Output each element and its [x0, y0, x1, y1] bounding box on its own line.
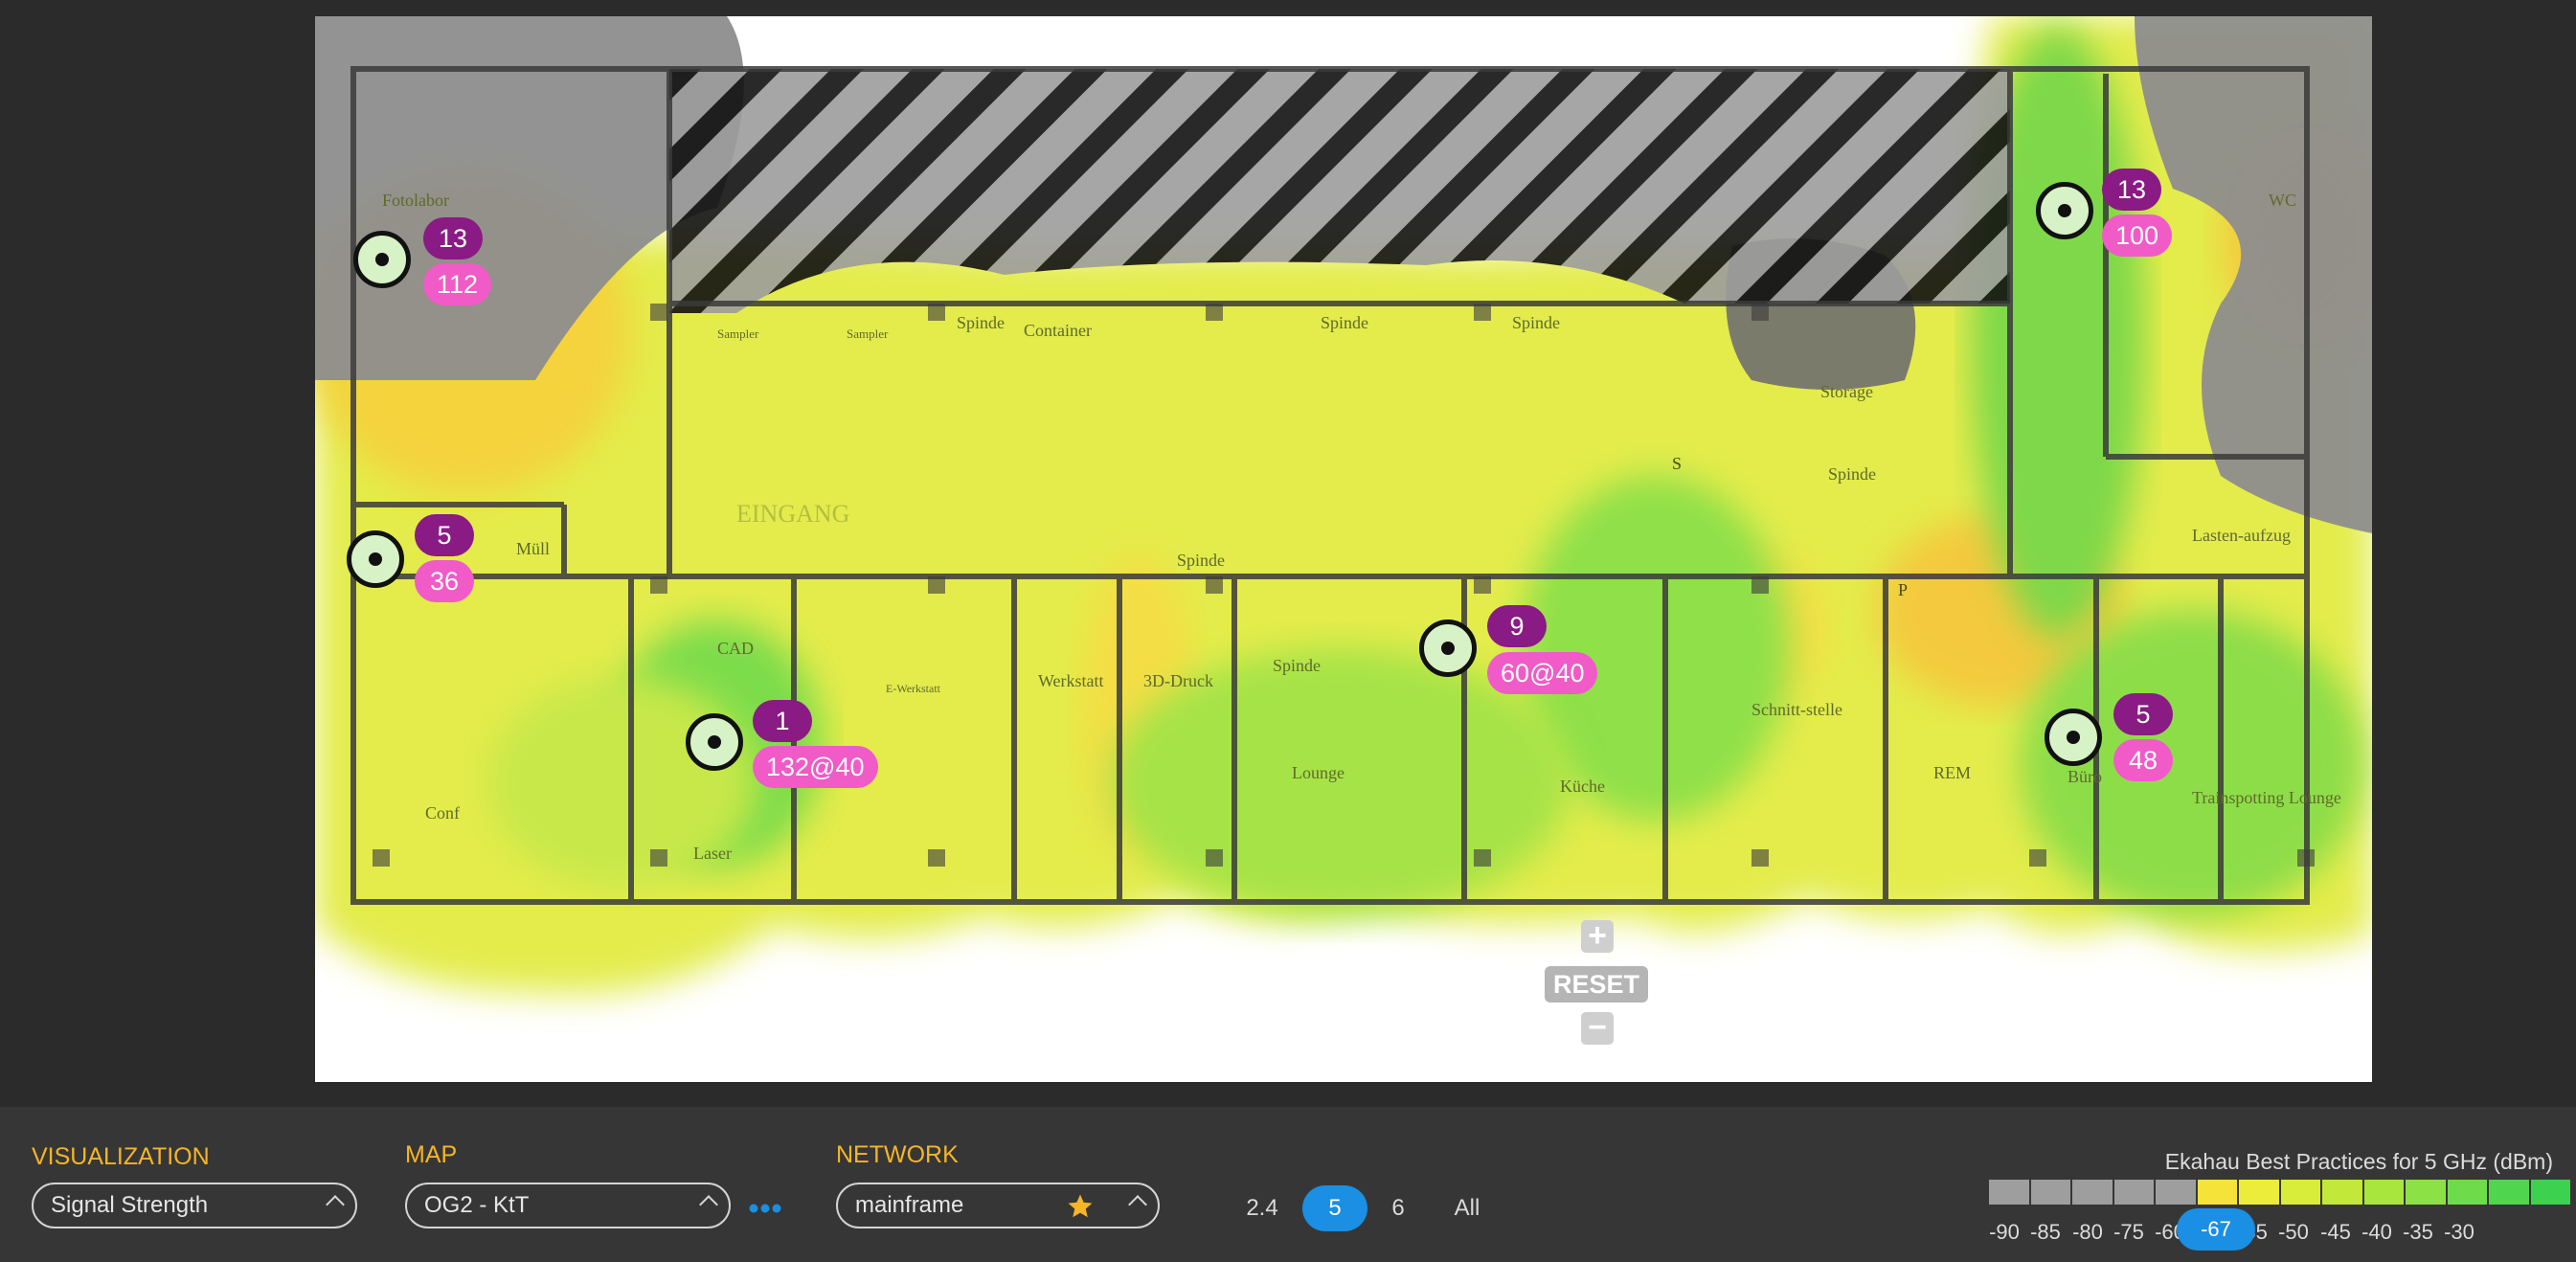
room-label: REM [1933, 763, 1971, 782]
room-label: Trainspotting Lounge [2192, 788, 2341, 807]
legend-tick: -80 [2072, 1220, 2103, 1244]
floor-plan-heatmap: Fotolabor Müll CAD Laser Conf Werkstatt … [315, 16, 2372, 1082]
legend-tick: -50 [2278, 1220, 2309, 1244]
room-label: Lasten-aufzug [2192, 526, 2291, 545]
minus-icon: − [1588, 1009, 1607, 1046]
room-label: Conf [425, 803, 460, 823]
access-point-channel-badge: 13 [2102, 169, 2161, 211]
access-point-marker[interactable] [2036, 182, 2093, 239]
legend-color-cell [2239, 1180, 2279, 1205]
access-point-width-badge: 112 [423, 263, 492, 305]
room-label: Müll [516, 539, 550, 558]
reset-button[interactable]: RESET [1545, 966, 1648, 1003]
legend-color-cell [2197, 1180, 2237, 1205]
room-label: Fotolabor [382, 191, 449, 210]
legend-tick: -30 [2444, 1220, 2474, 1244]
room-label: Spinde [1828, 464, 1876, 484]
legend-color-cell [1989, 1180, 2029, 1205]
access-point-width-badge: 100 [2102, 214, 2173, 257]
access-point-marker[interactable] [347, 530, 404, 588]
plus-icon: + [1588, 917, 1607, 954]
room-label: Werkstatt [1038, 671, 1104, 690]
zoom-out-button[interactable]: − [1581, 1009, 1614, 1046]
band-option-2-4[interactable]: 2.4 [1235, 1185, 1289, 1231]
access-point-marker[interactable] [2045, 709, 2102, 766]
heatmap-canvas[interactable]: Fotolabor Müll CAD Laser Conf Werkstatt … [315, 16, 2372, 1082]
room-label: P [1898, 580, 1908, 599]
map-label: MAP [405, 1141, 458, 1168]
legend-tick: -85 [2030, 1220, 2061, 1244]
access-point-width-badge: 48 [2113, 739, 2173, 781]
access-point-marker[interactable] [1419, 620, 1477, 677]
legend-color-cell [2156, 1180, 2196, 1205]
threshold-marker[interactable]: -67 [2177, 1208, 2255, 1251]
visualization-value: Signal Strength [51, 1192, 209, 1218]
room-label: Spinde [1177, 551, 1225, 570]
more-dots-icon[interactable] [749, 1201, 781, 1213]
room-label: Sampler [717, 327, 759, 341]
band-option-6[interactable]: 6 [1379, 1185, 1417, 1231]
room-label: 3D-Druck [1143, 671, 1213, 690]
legend-tick: -75 [2113, 1220, 2144, 1244]
star-icon[interactable] [1066, 1192, 1095, 1221]
legend-tick: -35 [2403, 1220, 2433, 1244]
legend-tick: -40 [2361, 1220, 2392, 1244]
legend-title: Ekahau Best Practices for 5 GHz (dBm) [2164, 1149, 2553, 1174]
legend-tick: -45 [2320, 1220, 2351, 1244]
room-label: Storage [1820, 382, 1873, 401]
room-label: Spinde [957, 313, 1005, 332]
room-label: Spinde [1321, 313, 1368, 332]
access-point-width-badge: 36 [415, 560, 474, 602]
room-label: Büro [2068, 767, 2102, 786]
access-point-width-badge: 132@40 [753, 746, 878, 788]
legend-tick: -90 [1989, 1220, 2020, 1244]
map-value: OG2 - KtT [424, 1192, 530, 1218]
legend-color-cell [2280, 1180, 2320, 1205]
legend-color-cell [2072, 1180, 2113, 1205]
legend-color-cell [2030, 1180, 2070, 1205]
room-label: Spinde [1273, 656, 1321, 675]
chevron-up-icon [699, 1195, 718, 1214]
access-point-marker[interactable] [353, 231, 411, 288]
visualization-label: VISUALIZATION [32, 1143, 210, 1170]
legend-color-cell [2489, 1180, 2529, 1205]
room-label: EINGANG [736, 500, 849, 528]
room-label: Sampler [847, 327, 889, 341]
legend-color-cell [2363, 1180, 2404, 1205]
network-select[interactable]: mainframe [836, 1183, 1160, 1228]
zoom-in-button[interactable]: + [1581, 917, 1614, 954]
legend-color-cell [2322, 1180, 2362, 1205]
room-label: Schnitt-stelle [1751, 700, 1842, 719]
room-label: E-Werkstatt [886, 682, 941, 695]
access-point-marker[interactable] [686, 713, 743, 771]
room-label: WC [2269, 191, 2296, 210]
access-point-width-badge: 60@40 [1487, 652, 1598, 694]
legend-color-cell [2113, 1180, 2154, 1205]
band-option-5[interactable]: 5 [1302, 1185, 1367, 1231]
room-label: Spinde [1512, 313, 1560, 332]
room-label: Lounge [1292, 763, 1344, 782]
access-point-channel-badge: 5 [415, 514, 474, 556]
map-select[interactable]: OG2 - KtT [405, 1183, 731, 1228]
legend-color-cell [2406, 1180, 2446, 1205]
room-label: Container [1024, 321, 1092, 340]
room-label: Küche [1560, 777, 1605, 796]
access-point-channel-badge: 13 [423, 217, 483, 259]
room-label: S [1672, 454, 1682, 473]
chevron-up-icon [1128, 1195, 1147, 1214]
network-label: NETWORK [836, 1141, 959, 1168]
network-value: mainframe [855, 1192, 964, 1218]
room-label: Laser [693, 844, 732, 863]
band-option-all[interactable]: All [1442, 1185, 1492, 1231]
legend-color-cell [2447, 1180, 2487, 1205]
room-label: CAD [717, 639, 754, 658]
legend-color-cell [2530, 1180, 2570, 1205]
access-point-channel-badge: 9 [1487, 605, 1547, 647]
chevron-up-icon [326, 1195, 345, 1214]
access-point-channel-badge: 1 [753, 700, 812, 742]
visualization-select[interactable]: Signal Strength [32, 1183, 357, 1228]
access-point-channel-badge: 5 [2113, 693, 2173, 735]
